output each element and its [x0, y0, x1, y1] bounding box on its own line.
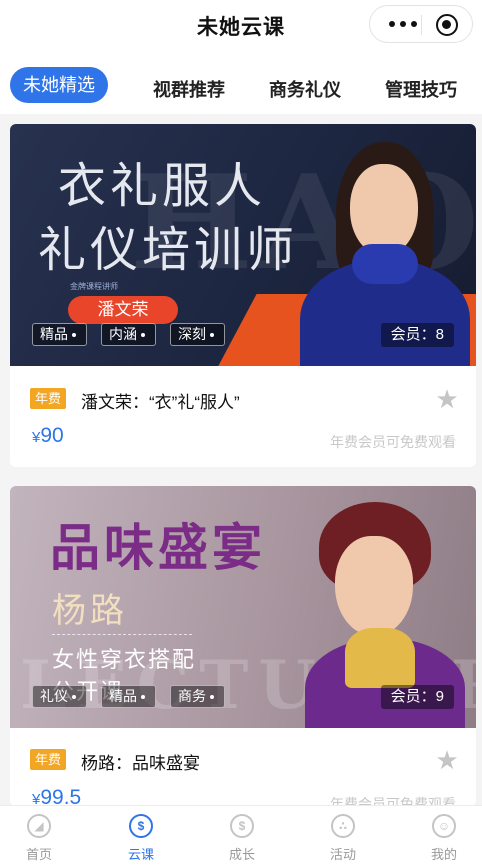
annual-fee-badge: 年费 — [30, 388, 67, 409]
bottom-tab-bar: ◢ 首页 $ 云课 $ 成长 ∴ 活动 ☺ 我的 — [0, 805, 482, 867]
star-icon[interactable]: ★ — [434, 386, 460, 412]
profile-icon: ☺ — [432, 814, 456, 838]
course-info: 年费 潘文荣：“衣”礼“服人” ★ ¥90 年费会员可免费观看 — [10, 366, 476, 467]
target-close-icon[interactable] — [436, 14, 458, 36]
tab-weita-selected[interactable]: 未她精选 — [10, 67, 108, 103]
nav-label: 成长 — [228, 847, 255, 862]
nav-label: 首页 — [25, 847, 52, 862]
nav-home[interactable]: ◢ 首页 — [9, 814, 69, 863]
annual-fee-badge: 年费 — [30, 749, 67, 770]
banner-subline-1: 女性穿衣搭配 — [52, 648, 197, 673]
banner-headline-2: 礼仪培训师 — [38, 222, 299, 278]
tab-business-etiquette[interactable]: 商务礼仪 — [269, 76, 341, 102]
banner-lecturer-name: 杨路 — [52, 591, 128, 631]
capsule-divider — [421, 15, 422, 35]
nav-label: 云课 — [127, 847, 154, 862]
growth-icon: $ — [230, 814, 254, 838]
course-card[interactable]: LECTURER 品味盛宴 杨路 女性穿衣搭配 公开课 礼仪 精品 商务 会员：… — [10, 486, 476, 806]
course-tag: 内涵 — [101, 323, 156, 346]
course-title: 杨路：品味盛宴 — [81, 754, 200, 773]
banner-headline-1: 衣礼服人 — [58, 158, 267, 214]
nav-label: 我的 — [430, 847, 457, 862]
banner-divider — [52, 634, 192, 635]
course-tag: 精品 — [32, 323, 87, 346]
cloud-course-icon: $ — [129, 814, 153, 838]
nav-profile[interactable]: ☺ 我的 — [414, 814, 474, 863]
compass-icon: ◢ — [27, 814, 51, 838]
tab-recommend[interactable]: 视群推荐 — [153, 76, 225, 102]
star-icon[interactable]: ★ — [434, 747, 460, 773]
nav-activity[interactable]: ∴ 活动 — [313, 814, 373, 863]
course-info: 年费 杨路：品味盛宴 ★ ¥99.5 年费会员可免费观看 — [10, 728, 476, 806]
category-tabs: 未她精选 视群推荐 商务礼仪 管理技巧 — [0, 50, 482, 114]
member-count-badge: 会员：9 — [380, 685, 454, 709]
course-tag: 精品 — [101, 685, 156, 708]
header-bar: 未她云课 — [0, 0, 482, 50]
course-tag: 商务 — [170, 685, 225, 708]
nav-label: 活动 — [329, 847, 356, 862]
free-for-members-note: 年费会员可免费观看 — [330, 434, 456, 450]
lecturer-name-pill: 潘文荣 — [68, 296, 178, 324]
banner-headline-1: 品味盛宴 — [50, 519, 266, 577]
course-tag: 礼仪 — [32, 685, 87, 708]
course-tag: 深刻 — [170, 323, 225, 346]
course-title: 潘文荣：“衣”礼“服人” — [81, 393, 240, 412]
member-count-badge: 会员：8 — [380, 323, 454, 347]
more-dots-icon[interactable] — [388, 19, 418, 29]
nav-cloud-course[interactable]: $ 云课 — [111, 814, 171, 863]
course-card[interactable]: HAOLE 衣礼服人 礼仪培训师 金牌课程讲师 潘文荣 精品 内涵 深刻 会员：… — [10, 124, 476, 467]
course-price: ¥99.5 — [32, 786, 82, 806]
tab-management-skills[interactable]: 管理技巧 — [385, 76, 457, 102]
nav-growth[interactable]: $ 成长 — [212, 814, 272, 863]
course-price: ¥90 — [32, 424, 64, 447]
course-banner[interactable]: LECTURER 品味盛宴 杨路 女性穿衣搭配 公开课 礼仪 精品 商务 会员：… — [10, 486, 476, 728]
course-banner[interactable]: HAOLE 衣礼服人 礼仪培训师 金牌课程讲师 潘文荣 精品 内涵 深刻 会员：… — [10, 124, 476, 366]
mini-program-capsule — [369, 5, 473, 43]
activity-icon: ∴ — [331, 814, 355, 838]
banner-caption: 金牌课程讲师 — [70, 282, 118, 291]
